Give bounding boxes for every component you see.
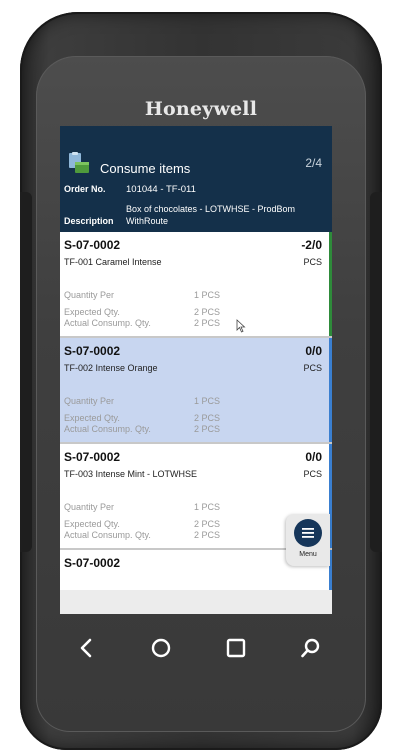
nav-back-button[interactable] <box>72 634 100 662</box>
expected-qty-value: 2 PCS <box>194 519 221 529</box>
quantity-per-label: Quantity Per <box>64 290 115 300</box>
quantity-per-label: Quantity Per <box>64 396 115 406</box>
item-location: S-07-0002 <box>64 344 121 358</box>
actual-qty-label: Actual Consump. Qty. <box>64 318 151 328</box>
app-header: Consume items 2/4 Order No. 101044 - TF-… <box>60 126 332 232</box>
app-screen: Consume items 2/4 Order No. 101044 - TF-… <box>60 126 332 614</box>
actual-qty-value: 2 PCS <box>194 318 221 328</box>
recents-icon <box>226 638 246 658</box>
page-title: Consume items <box>100 161 191 176</box>
quantity-per-label: Quantity Per <box>64 502 115 512</box>
left-bumper <box>20 192 32 552</box>
hamburger-icon <box>302 528 314 538</box>
item-unit: PCS <box>303 257 322 267</box>
list-bottom-area <box>60 590 332 614</box>
item-unit: PCS <box>303 363 322 373</box>
expected-qty-label: Expected Qty. <box>64 413 120 423</box>
menu-label: Menu <box>299 551 317 558</box>
page-indicator: 2/4 <box>305 156 322 170</box>
item-qty-status: 0/0 <box>305 344 322 358</box>
quantity-per-value: 1 PCS <box>194 290 221 300</box>
item-qty-status: 0/0 <box>305 450 322 464</box>
clipboard-box-icon <box>69 152 89 173</box>
actual-qty-label: Actual Consump. Qty. <box>64 530 151 540</box>
order-label: Order No. <box>64 184 106 194</box>
actual-qty-value: 2 PCS <box>194 424 221 434</box>
item-qty-status: -2/0 <box>301 238 322 252</box>
actual-qty-label: Actual Consump. Qty. <box>64 424 151 434</box>
nav-home-button[interactable] <box>147 634 175 662</box>
item-name: TF-001 Caramel Intense <box>64 257 162 267</box>
item-location: S-07-0002 <box>64 556 121 570</box>
nav-recents-button[interactable] <box>222 634 250 662</box>
status-stripe <box>329 232 332 336</box>
expected-qty-value: 2 PCS <box>194 307 221 317</box>
list-item-selected[interactable]: S-07-0002 0/0 TF-002 Intense Orange PCS … <box>60 338 332 444</box>
right-bumper <box>370 192 382 552</box>
list-item[interactable]: S-07-0002 -2/0 TF-001 Caramel Intense PC… <box>60 232 332 338</box>
search-icon <box>301 638 320 658</box>
mouse-cursor-icon <box>236 319 246 333</box>
item-unit: PCS <box>303 469 322 479</box>
item-name: TF-003 Intense Mint - LOTWHSE <box>64 469 198 479</box>
order-value: 101044 - TF-011 <box>126 184 196 195</box>
actual-qty-value: 2 PCS <box>194 530 221 540</box>
item-location: S-07-0002 <box>64 238 121 252</box>
home-icon <box>151 638 171 658</box>
quantity-per-value: 1 PCS <box>194 502 221 512</box>
description-value: Box of chocolates - LOTWHSE - ProdBom Wi… <box>126 204 296 226</box>
expected-qty-value: 2 PCS <box>194 413 221 423</box>
item-name: TF-002 Intense Orange <box>64 363 158 373</box>
item-location: S-07-0002 <box>64 450 121 464</box>
nav-search-button[interactable] <box>297 634 325 662</box>
brand-logo: Honeywell <box>144 98 258 120</box>
quantity-per-value: 1 PCS <box>194 396 221 406</box>
menu-button[interactable]: Menu <box>286 514 330 566</box>
android-nav-bar <box>52 630 332 666</box>
status-stripe <box>329 338 332 442</box>
expected-qty-label: Expected Qty. <box>64 307 120 317</box>
description-label: Description <box>64 216 114 226</box>
expected-qty-label: Expected Qty. <box>64 519 120 529</box>
back-icon <box>80 638 92 658</box>
menu-circle <box>294 519 322 547</box>
